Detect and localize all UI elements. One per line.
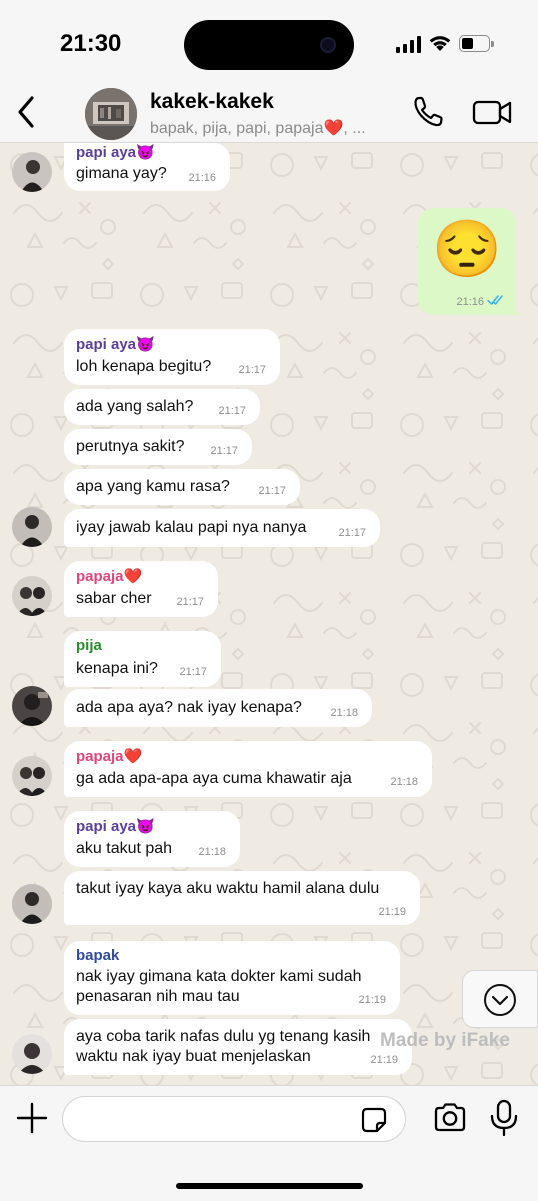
message-bubble[interactable]: ada yang salah? 21:17 <box>64 389 260 425</box>
status-bar: 21:30 <box>0 0 538 88</box>
message-bubble[interactable]: papaja❤️ ga ada apa-apa aya cuma khawati… <box>64 741 432 797</box>
battery-cap <box>491 41 494 47</box>
avatar-pija[interactable] <box>12 686 52 726</box>
message-text: perutnya sakit? <box>76 438 185 455</box>
message-bubble[interactable]: pija kenapa ini? 21:17 <box>64 631 221 687</box>
message-text: penasaran nih mau tau <box>76 988 240 1005</box>
chat-area[interactable]: papi aya😈 gimana yay? 21:16 😔 21:16 papi… <box>0 143 538 1085</box>
dynamic-island <box>184 20 354 70</box>
message-text: ada yang salah? <box>76 398 194 415</box>
watermark: Made by iFake <box>380 1030 510 1051</box>
message-bubble[interactable]: perutnya sakit? 21:17 <box>64 429 252 465</box>
battery-level <box>462 38 473 49</box>
avatar-papi-aya[interactable] <box>12 884 52 924</box>
sticker-icon[interactable] <box>360 1106 388 1134</box>
avatar-bapak[interactable] <box>12 1034 52 1074</box>
emoji-message: 😔 <box>432 217 502 280</box>
message-sender: papaja❤️ <box>76 568 143 585</box>
avatar-papaja[interactable] <box>12 576 52 616</box>
message-text: waktu nak iyay buat menjelaskan <box>76 1048 311 1065</box>
message-time: 21:17 <box>176 596 204 608</box>
message-time: 21:19 <box>358 994 386 1006</box>
battery-icon <box>459 35 490 52</box>
message-sender: papi aya😈 <box>76 336 155 353</box>
message-text: aku takut pah <box>76 840 173 857</box>
signal-icon <box>396 36 422 53</box>
message-text: nak iyay gimana kata dokter kami sudah <box>76 968 362 985</box>
input-bar <box>0 1085 538 1201</box>
message-bubble[interactable]: aya coba tarik nafas dulu yg tenang kasi… <box>64 1019 412 1075</box>
scroll-to-bottom-button[interactable] <box>462 970 538 1028</box>
plus-icon[interactable] <box>12 1098 52 1138</box>
avatar-papi-aya[interactable] <box>12 507 52 547</box>
message-sender: papi aya😈 <box>76 818 155 835</box>
group-avatar[interactable] <box>85 88 137 140</box>
avatar-papaja[interactable] <box>12 756 52 796</box>
message-bubble[interactable]: papi aya😈 gimana yay? 21:16 <box>64 143 230 191</box>
message-text: ada apa aya? nak iyay kenapa? <box>76 699 302 716</box>
message-text: kenapa ini? <box>76 660 158 677</box>
message-sender: bapak <box>76 947 120 964</box>
message-text: iyay jawab kalau papi nya nanya <box>76 519 307 536</box>
message-text: gimana yay? <box>76 165 167 182</box>
wifi-icon <box>429 36 451 51</box>
message-sender: pija <box>76 637 102 654</box>
video-camera-icon[interactable] <box>470 94 514 130</box>
home-indicator <box>176 1183 363 1189</box>
avatar-papi-aya[interactable] <box>12 152 52 192</box>
message-time: 21:19 <box>378 906 406 918</box>
chat-title[interactable]: kakek-kakek <box>150 90 274 114</box>
message-text: aya coba tarik nafas dulu yg tenang kasi… <box>76 1028 371 1045</box>
back-chevron-icon[interactable] <box>8 90 44 134</box>
message-time: 21:18 <box>198 846 226 858</box>
message-bubble[interactable]: apa yang kamu rasa? 21:17 <box>64 469 300 505</box>
read-receipt-icon <box>487 295 503 305</box>
message-bubble[interactable]: ada apa aya? nak iyay kenapa? 21:18 <box>64 689 372 727</box>
message-text: ga ada apa-apa aya cuma khawatir aja <box>76 770 352 787</box>
message-time: 21:16 <box>456 296 484 308</box>
phone-icon[interactable] <box>410 94 446 130</box>
message-time: 21:17 <box>238 364 266 376</box>
status-time: 21:30 <box>60 30 122 57</box>
message-time: 21:17 <box>338 527 366 539</box>
message-bubble[interactable]: takut iyay kaya aku waktu hamil alana du… <box>64 871 420 925</box>
message-time: 21:17 <box>218 405 246 417</box>
message-text: sabar cher <box>76 590 152 607</box>
message-text: apa yang kamu rasa? <box>76 478 230 495</box>
message-bubble[interactable]: iyay jawab kalau papi nya nanya 21:17 <box>64 509 380 547</box>
message-sender: papi aya😈 <box>76 144 155 161</box>
message-bubble[interactable]: bapak nak iyay gimana kata dokter kami s… <box>64 941 400 1015</box>
message-time: 21:18 <box>390 776 418 788</box>
chat-header: kakek-kakek bapak, pija, papi, papaja❤️,… <box>0 88 538 143</box>
bubble-tail <box>510 303 526 315</box>
message-bubble[interactable]: papaja❤️ sabar cher 21:17 <box>64 561 218 617</box>
message-input[interactable] <box>62 1096 406 1142</box>
message-time: 21:18 <box>330 707 358 719</box>
message-time: 21:16 <box>188 172 216 184</box>
outgoing-message[interactable]: 😔 21:16 <box>418 208 516 315</box>
message-time: 21:17 <box>258 485 286 497</box>
message-bubble[interactable]: papi aya😈 loh kenapa begitu? 21:17 <box>64 329 280 385</box>
chat-members[interactable]: bapak, pija, papi, papaja❤️, ... <box>150 118 366 138</box>
message-bubble[interactable]: papi aya😈 aku takut pah 21:18 <box>64 811 240 867</box>
camera-icon[interactable] <box>432 1100 468 1136</box>
message-time: 21:19 <box>370 1054 398 1066</box>
message-time: 21:17 <box>210 445 238 457</box>
message-time: 21:17 <box>179 666 207 678</box>
message-sender: papaja❤️ <box>76 748 143 765</box>
message-text: takut iyay kaya aku waktu hamil alana du… <box>76 880 380 897</box>
message-text: loh kenapa begitu? <box>76 358 212 375</box>
microphone-icon[interactable] <box>488 1098 520 1138</box>
front-camera <box>320 37 336 53</box>
chevron-down-circle-icon <box>484 984 516 1016</box>
